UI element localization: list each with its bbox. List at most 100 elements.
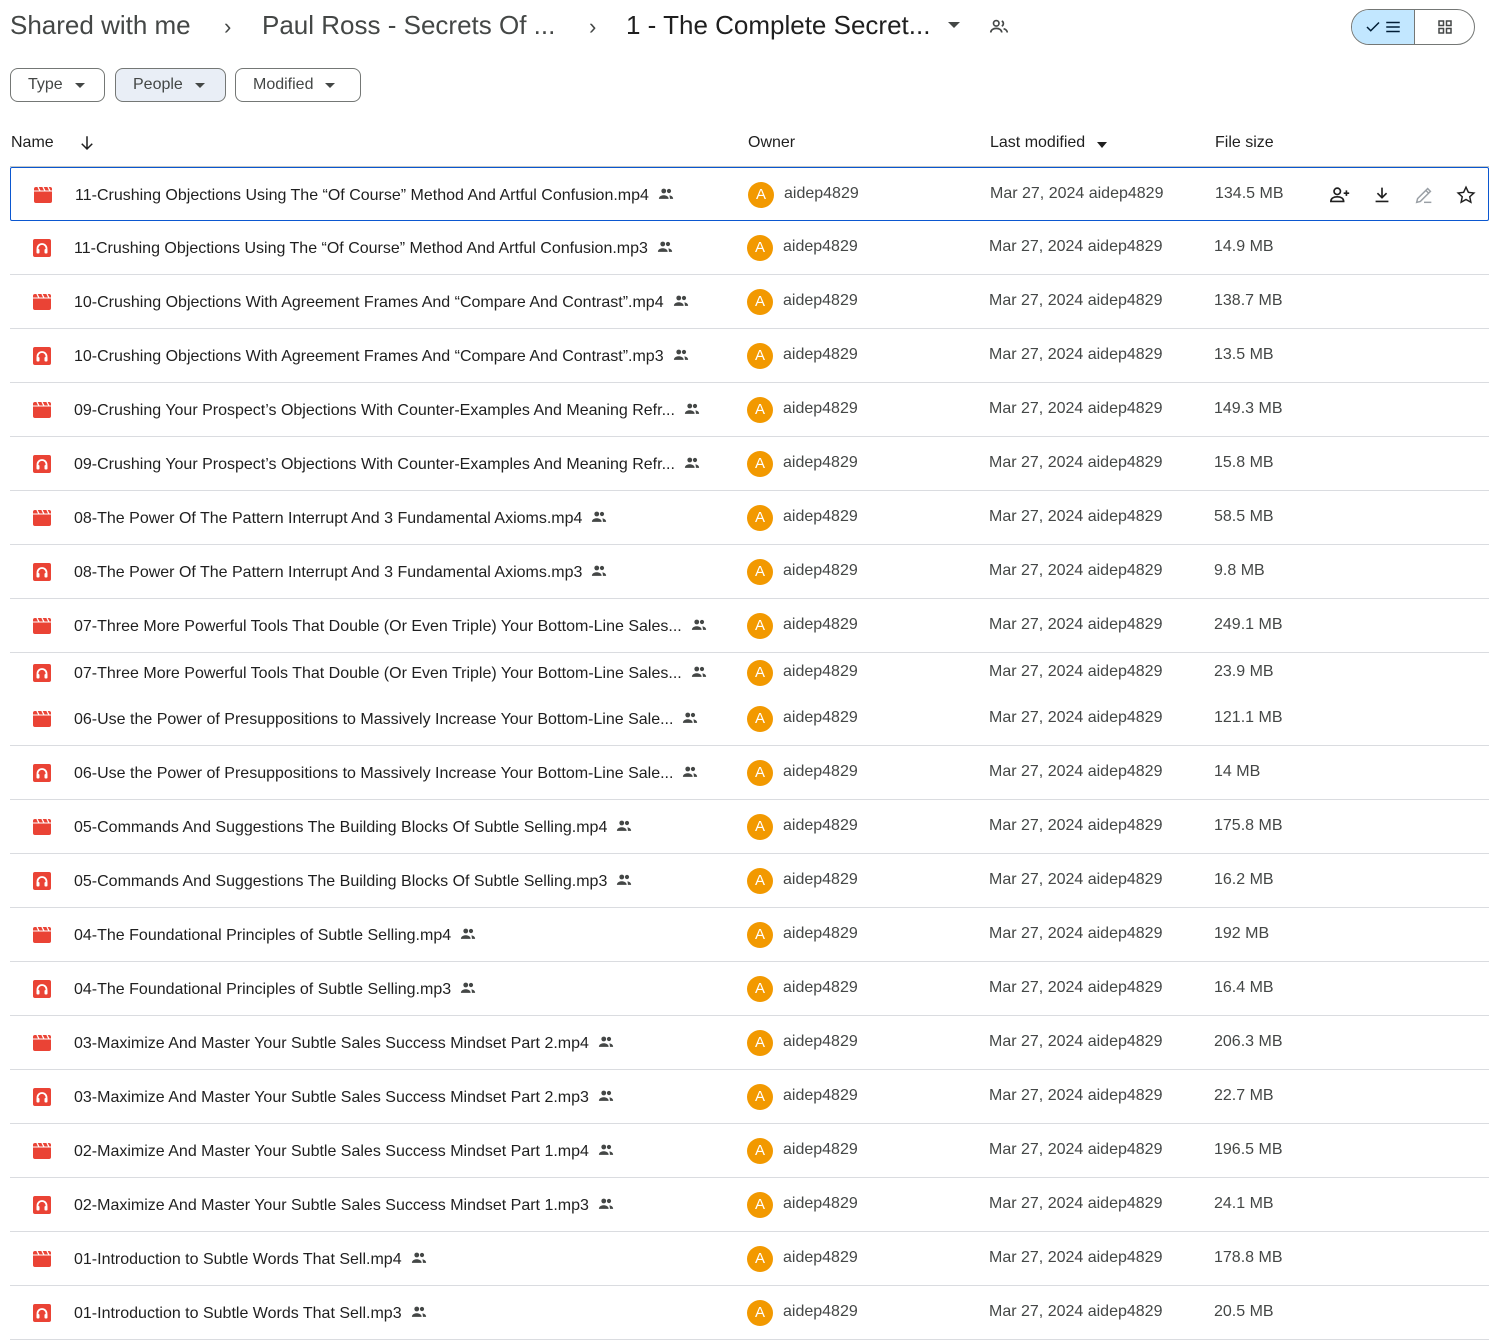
audio-file-icon bbox=[32, 663, 52, 683]
file-row[interactable]: 03-Maximize And Master Your Subtle Sales… bbox=[10, 1016, 1489, 1070]
avatar: A bbox=[747, 660, 773, 686]
shared-icon bbox=[672, 346, 690, 364]
sort-arrow-down-icon[interactable] bbox=[78, 134, 96, 152]
video-file-icon bbox=[32, 1033, 52, 1053]
file-row[interactable]: 06-Use the Power of Presuppositions to M… bbox=[10, 746, 1489, 800]
file-row[interactable]: 03-Maximize And Master Your Subtle Sales… bbox=[10, 1070, 1489, 1124]
file-name-text: 05-Commands And Suggestions The Building… bbox=[74, 873, 608, 890]
file-size: 249.1 MB bbox=[1214, 616, 1283, 633]
file-size: 14 MB bbox=[1214, 763, 1261, 780]
file-size-column-header[interactable]: File size bbox=[1215, 134, 1274, 152]
audio-file-icon bbox=[32, 763, 52, 783]
type-filter[interactable]: Type bbox=[10, 68, 105, 102]
file-name[interactable]: 09-Crushing Your Prospect’s Objections W… bbox=[74, 454, 701, 474]
owner-name: aidep4829 bbox=[783, 817, 858, 834]
file-row[interactable]: 09-Crushing Your Prospect’s Objections W… bbox=[10, 437, 1489, 491]
file-size: 14.9 MB bbox=[1214, 238, 1274, 255]
star-icon[interactable] bbox=[1455, 184, 1477, 206]
file-name[interactable]: 08-The Power Of The Pattern Interrupt An… bbox=[74, 562, 608, 582]
owner-column-header[interactable]: Owner bbox=[748, 134, 795, 152]
file-name[interactable]: 10-Crushing Objections With Agreement Fr… bbox=[74, 292, 690, 312]
file-name[interactable]: 04-The Foundational Principles of Subtle… bbox=[74, 925, 477, 945]
file-row[interactable]: 07-Three More Powerful Tools That Double… bbox=[10, 653, 1489, 693]
file-name[interactable]: 02-Maximize And Master Your Subtle Sales… bbox=[74, 1195, 615, 1215]
shared-icon bbox=[590, 508, 608, 526]
file-row[interactable]: 05-Commands And Suggestions The Building… bbox=[10, 854, 1489, 908]
last-modified: Mar 27, 2024 aidep4829 bbox=[989, 1033, 1163, 1050]
file-row[interactable]: 02-Maximize And Master Your Subtle Sales… bbox=[10, 1124, 1489, 1178]
file-row[interactable]: 10-Crushing Objections With Agreement Fr… bbox=[10, 275, 1489, 329]
avatar: A bbox=[747, 613, 773, 639]
file-name[interactable]: 10-Crushing Objections With Agreement Fr… bbox=[74, 346, 690, 366]
file-row[interactable]: 05-Commands And Suggestions The Building… bbox=[10, 800, 1489, 854]
file-name[interactable]: 04-The Foundational Principles of Subtle… bbox=[74, 979, 477, 999]
file-row[interactable]: 10-Crushing Objections With Agreement Fr… bbox=[10, 329, 1489, 383]
shared-icon bbox=[681, 763, 699, 781]
video-file-icon bbox=[33, 185, 53, 205]
last-modified: Mar 27, 2024 aidep4829 bbox=[989, 616, 1163, 633]
file-row[interactable]: 07-Three More Powerful Tools That Double… bbox=[10, 599, 1489, 653]
grid-view-button[interactable] bbox=[1415, 10, 1474, 44]
avatar: A bbox=[747, 1084, 773, 1110]
file-name[interactable]: 03-Maximize And Master Your Subtle Sales… bbox=[74, 1033, 615, 1053]
owner-name: aidep4829 bbox=[783, 1141, 858, 1158]
file-name[interactable]: 08-The Power Of The Pattern Interrupt An… bbox=[74, 508, 608, 528]
file-name[interactable]: 05-Commands And Suggestions The Building… bbox=[74, 817, 633, 837]
file-name[interactable]: 03-Maximize And Master Your Subtle Sales… bbox=[74, 1087, 615, 1107]
file-row[interactable]: 11-Crushing Objections Using The “Of Cou… bbox=[10, 167, 1489, 221]
people-filter[interactable]: People bbox=[115, 68, 226, 102]
file-name[interactable]: 07-Three More Powerful Tools That Double… bbox=[74, 616, 708, 636]
shared-people-icon[interactable] bbox=[988, 16, 1012, 40]
file-row[interactable]: 02-Maximize And Master Your Subtle Sales… bbox=[10, 1178, 1489, 1232]
file-row[interactable]: 08-The Power Of The Pattern Interrupt An… bbox=[10, 491, 1489, 545]
avatar: A bbox=[747, 235, 773, 261]
file-row[interactable]: 04-The Foundational Principles of Subtle… bbox=[10, 908, 1489, 962]
file-name-text: 09-Crushing Your Prospect’s Objections W… bbox=[74, 402, 675, 419]
file-name[interactable]: 07-Three More Powerful Tools That Double… bbox=[74, 663, 708, 683]
shared-icon bbox=[690, 616, 708, 634]
file-row[interactable]: 01-Introduction to Subtle Words That Sel… bbox=[10, 1232, 1489, 1286]
shared-icon bbox=[657, 185, 675, 203]
file-row[interactable]: 06-Use the Power of Presuppositions to M… bbox=[10, 692, 1489, 746]
shared-icon bbox=[410, 1249, 428, 1267]
file-name[interactable]: 05-Commands And Suggestions The Building… bbox=[74, 871, 633, 891]
add-person-icon[interactable] bbox=[1329, 184, 1351, 206]
last-modified: Mar 27, 2024 aidep4829 bbox=[989, 238, 1163, 255]
breadcrumb-root[interactable]: Shared with me bbox=[10, 10, 191, 41]
file-name[interactable]: 01-Introduction to Subtle Words That Sel… bbox=[74, 1303, 428, 1323]
last-modified-column-header[interactable]: Last modified bbox=[990, 134, 1085, 152]
file-name[interactable]: 06-Use the Power of Presuppositions to M… bbox=[74, 709, 699, 729]
file-name[interactable]: 01-Introduction to Subtle Words That Sel… bbox=[74, 1249, 428, 1269]
download-icon[interactable] bbox=[1371, 184, 1393, 206]
file-row[interactable]: 01-Introduction to Subtle Words That Sel… bbox=[10, 1286, 1489, 1340]
breadcrumb-current[interactable]: 1 - The Complete Secret... bbox=[626, 10, 930, 41]
name-column-header[interactable]: Name bbox=[11, 134, 54, 152]
caret-down-icon[interactable] bbox=[1097, 142, 1107, 148]
file-row[interactable]: 11-Crushing Objections Using The “Of Cou… bbox=[10, 221, 1489, 275]
file-name-text: 11-Crushing Objections Using The “Of Cou… bbox=[74, 240, 648, 257]
owner-name: aidep4829 bbox=[783, 562, 858, 579]
modified-filter[interactable]: Modified bbox=[235, 68, 361, 102]
list-view-button[interactable] bbox=[1352, 10, 1415, 44]
caret-down-icon[interactable] bbox=[948, 22, 960, 28]
file-name[interactable]: 11-Crushing Objections Using The “Of Cou… bbox=[75, 185, 675, 205]
avatar: A bbox=[747, 397, 773, 423]
file-row[interactable]: 04-The Foundational Principles of Subtle… bbox=[10, 962, 1489, 1016]
audio-file-icon bbox=[32, 346, 52, 366]
file-size: 138.7 MB bbox=[1214, 292, 1283, 309]
breadcrumb-parent[interactable]: Paul Ross - Secrets Of ... bbox=[262, 10, 555, 41]
file-size: 196.5 MB bbox=[1214, 1141, 1283, 1158]
file-name[interactable]: 11-Crushing Objections Using The “Of Cou… bbox=[74, 238, 674, 258]
last-modified: Mar 27, 2024 aidep4829 bbox=[989, 292, 1163, 309]
file-name[interactable]: 06-Use the Power of Presuppositions to M… bbox=[74, 763, 699, 783]
file-name[interactable]: 09-Crushing Your Prospect’s Objections W… bbox=[74, 400, 701, 420]
file-name-text: 02-Maximize And Master Your Subtle Sales… bbox=[74, 1197, 589, 1214]
owner-name: aidep4829 bbox=[783, 1249, 858, 1266]
rename-pencil-icon[interactable] bbox=[1413, 184, 1435, 206]
video-file-icon bbox=[32, 508, 52, 528]
file-name[interactable]: 02-Maximize And Master Your Subtle Sales… bbox=[74, 1141, 615, 1161]
file-row[interactable]: 08-The Power Of The Pattern Interrupt An… bbox=[10, 545, 1489, 599]
file-size: 175.8 MB bbox=[1214, 817, 1283, 834]
file-row[interactable]: 09-Crushing Your Prospect’s Objections W… bbox=[10, 383, 1489, 437]
file-name-text: 07-Three More Powerful Tools That Double… bbox=[74, 665, 682, 682]
